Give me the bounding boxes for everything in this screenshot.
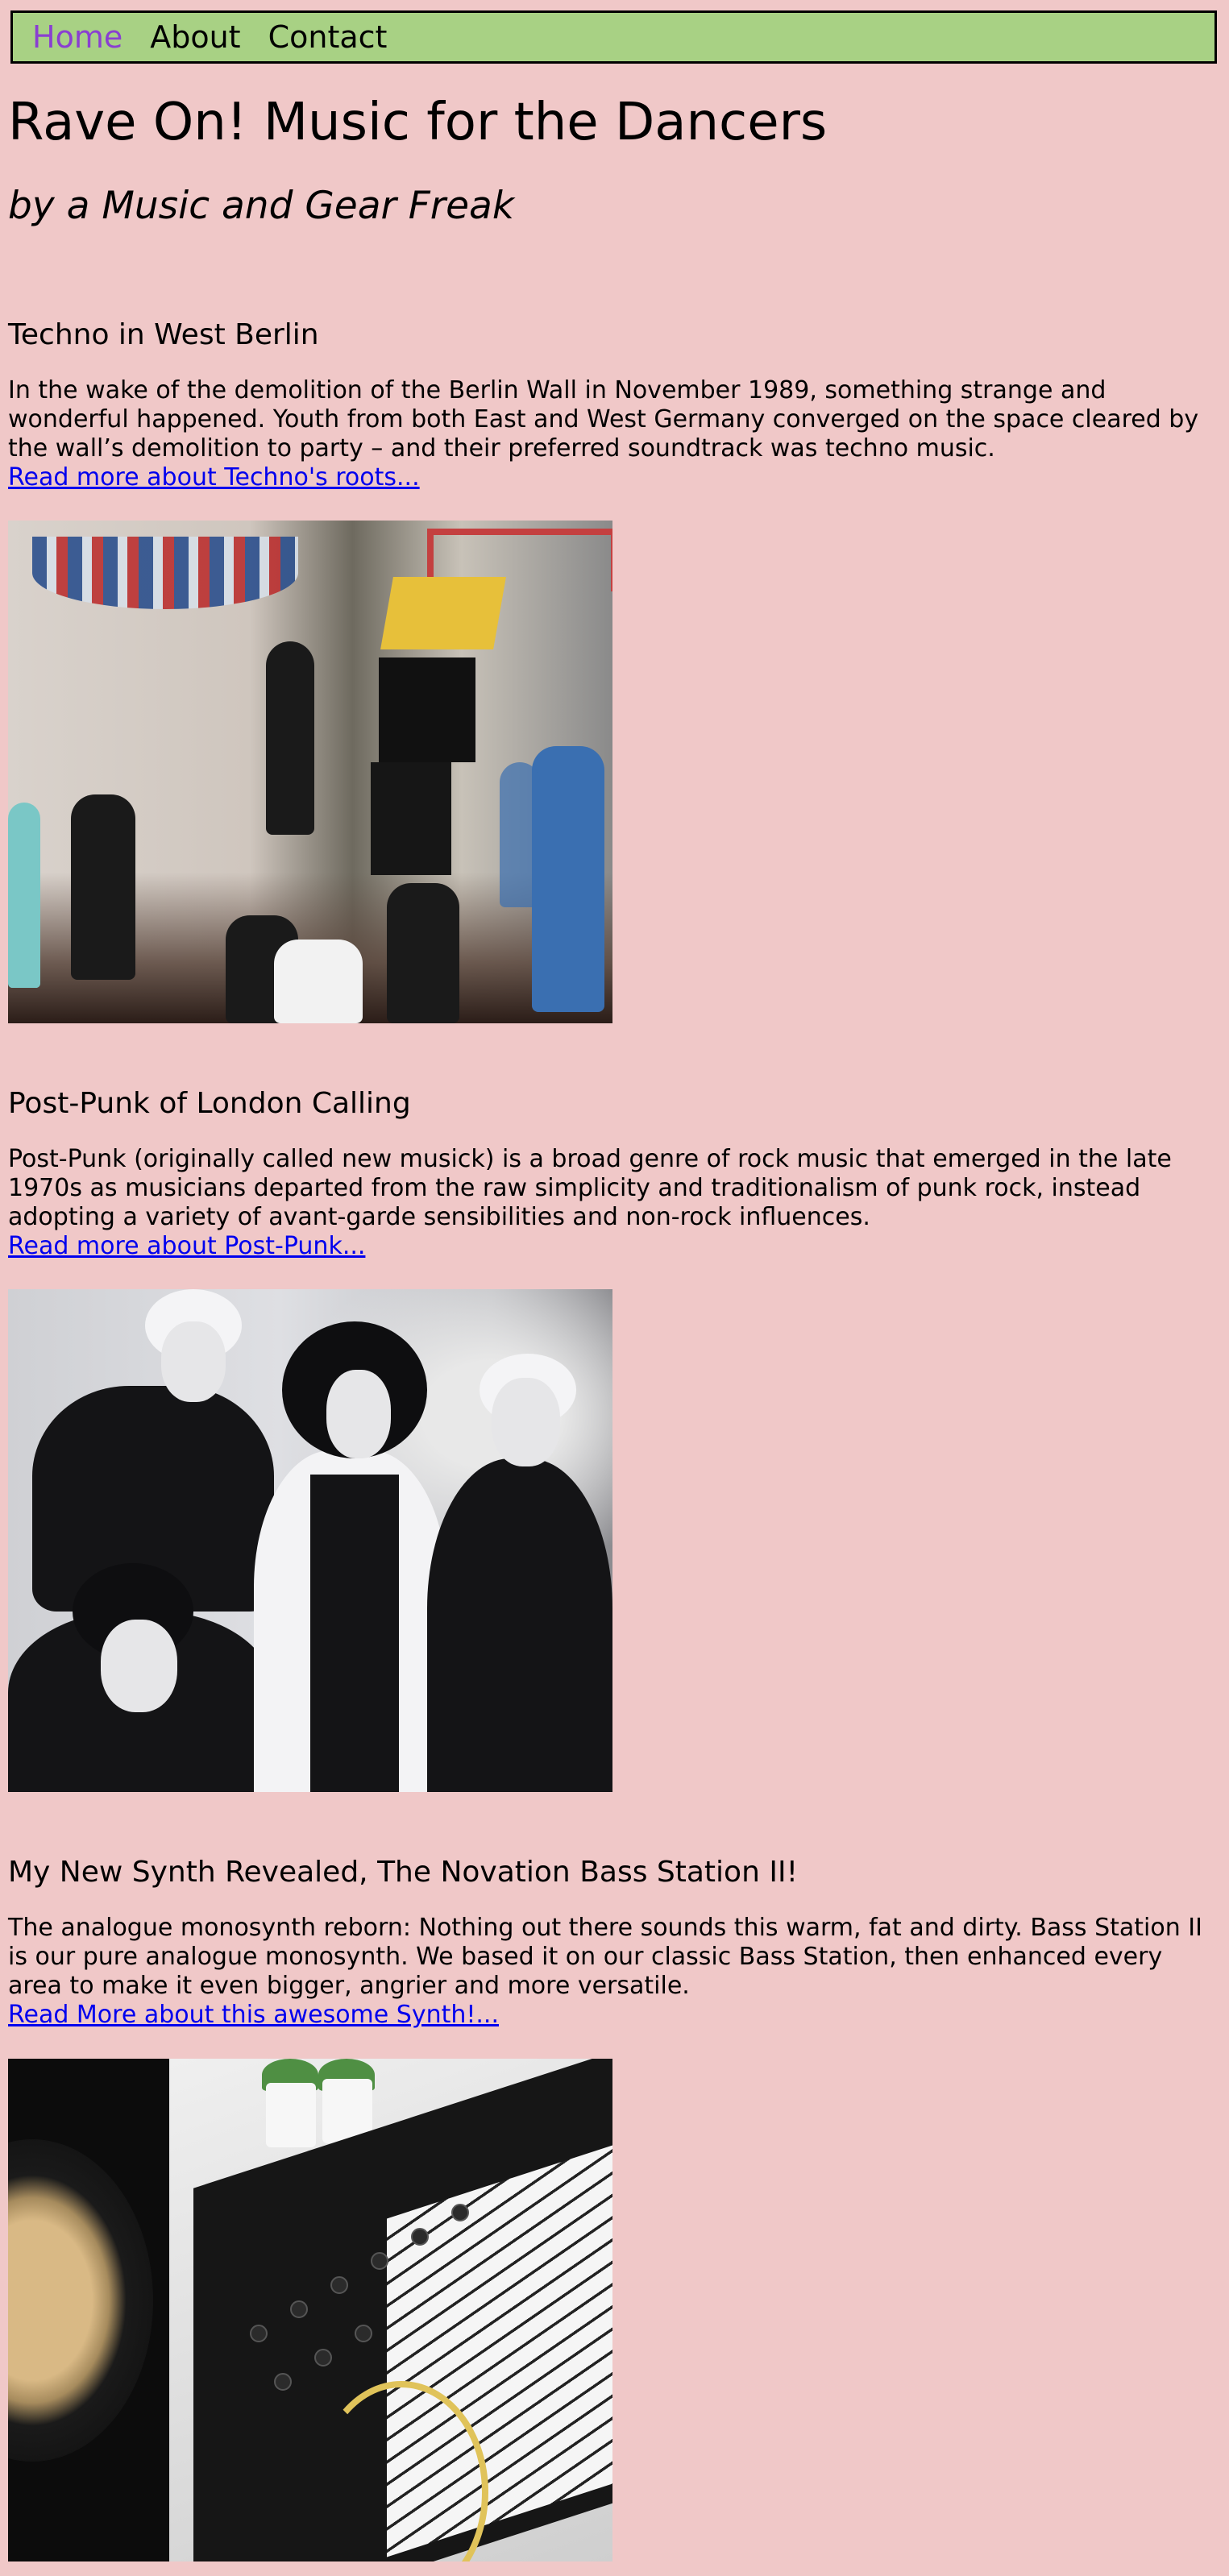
image-detail	[274, 2373, 292, 2391]
image-detail	[274, 940, 363, 1023]
image-detail	[371, 2252, 388, 2270]
image-detail	[379, 657, 475, 762]
image-detail	[380, 577, 506, 649]
read-more-link[interactable]: Read more about Post-Punk...	[8, 1232, 1221, 1261]
image-detail	[427, 1458, 612, 1792]
top-navigation: Home About Contact	[10, 10, 1217, 64]
image-detail	[71, 794, 135, 980]
synth-image	[8, 2059, 612, 2561]
article-heading: My New Synth Revealed, The Novation Bass…	[8, 1856, 798, 1889]
image-detail	[387, 883, 459, 1023]
read-more-link[interactable]: Read More about this awesome Synth!...	[8, 2001, 1221, 2030]
image-detail	[371, 762, 451, 875]
berlin-wall-image	[8, 521, 612, 1023]
image-detail	[266, 641, 314, 835]
page-title: Rave On! Music for the Dancers	[8, 93, 828, 152]
page-subtitle: by a Music and Gear Freak	[8, 184, 515, 228]
image-detail	[32, 537, 298, 609]
image-detail	[8, 803, 40, 988]
nav-contact-link[interactable]: Contact	[268, 22, 388, 52]
nav-home-link[interactable]: Home	[32, 22, 122, 52]
image-detail	[492, 1378, 560, 1466]
image-detail	[326, 1370, 391, 1458]
read-more-link[interactable]: Read more about Techno's roots...	[8, 463, 1221, 492]
article-body: The analogue monosynth reborn: Nothing o…	[8, 1914, 1202, 2001]
article-heading: Techno in West Berlin	[8, 318, 319, 351]
image-detail	[290, 2300, 308, 2318]
image-detail	[266, 2083, 316, 2147]
image-detail	[411, 2228, 429, 2246]
image-detail	[532, 746, 604, 1012]
post-punk-band-image	[8, 1289, 612, 1792]
image-detail	[330, 2276, 348, 2294]
article-techno: Techno in West Berlin In the wake of the…	[8, 317, 1221, 492]
image-detail	[314, 2349, 332, 2367]
article-synth: My New Synth Revealed, The Novation Bass…	[8, 1855, 1221, 2030]
image-detail	[355, 2325, 372, 2342]
image-detail	[250, 2325, 268, 2342]
article-post-punk: Post-Punk of London Calling Post-Punk (o…	[8, 1086, 1221, 1261]
image-detail	[161, 1321, 226, 1402]
article-body: Post-Punk (originally called new musick)…	[8, 1145, 1172, 1232]
article-heading: Post-Punk of London Calling	[8, 1087, 411, 1120]
nav-about-link[interactable]: About	[150, 22, 240, 52]
article-body: In the wake of the demolition of the Ber…	[8, 376, 1199, 463]
image-detail	[451, 2204, 469, 2221]
image-detail	[500, 762, 540, 907]
image-detail	[310, 1475, 399, 1792]
image-detail	[101, 1620, 177, 1712]
